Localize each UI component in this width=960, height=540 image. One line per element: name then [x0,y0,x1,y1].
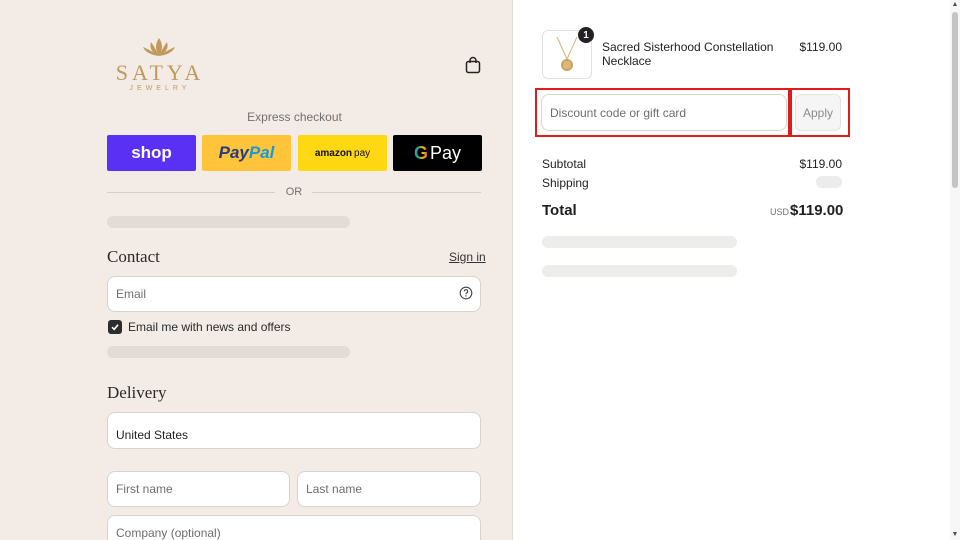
apply-discount-button[interactable]: Apply [795,94,841,131]
loading-placeholder [542,265,737,277]
scroll-down-arrow-icon[interactable]: ▼ [950,530,960,540]
discount-placeholder: Discount code or gift card [550,105,687,120]
newsletter-checkbox[interactable] [108,320,122,334]
shop-pay-button[interactable]: shop [107,135,196,171]
paypal-label-pay: Pay [218,143,249,162]
or-divider-text: OR [285,186,303,198]
scrollbar-thumb[interactable] [952,12,958,188]
express-checkout-label: Express checkout [247,110,342,124]
email-field[interactable]: Email [107,276,481,312]
brand-logo-text[interactable]: SATYA [108,60,212,86]
shopping-bag-icon[interactable] [464,56,482,74]
google-g-icon: G [413,142,428,163]
google-pay-button[interactable]: G Pay [393,135,482,171]
lotus-logo-icon [143,38,175,56]
delivery-heading: Delivery [107,383,167,402]
shipping-label: Shipping [542,176,589,190]
scroll-up-arrow-icon[interactable]: ▲ [950,0,960,10]
subtotal-value: $119.00 [799,157,843,171]
amazon-pay-button[interactable]: amazon pay [298,135,387,171]
quantity-badge: 1 [578,27,594,43]
last-name-placeholder: Last name [306,482,363,496]
product-name: Sacred Sisterhood Constellation Necklace [602,40,774,68]
shop-pay-label: shop [131,143,172,162]
shipping-loading-placeholder [816,176,842,188]
paypal-button[interactable]: Pay Pal [202,135,291,171]
first-name-field[interactable]: First name [107,471,290,507]
total-value: $119.00 [790,202,844,219]
subtotal-label: Subtotal [542,157,587,171]
country-value: United States [116,428,189,442]
first-name-placeholder: First name [116,482,173,496]
last-name-field[interactable]: Last name [297,471,481,507]
help-circle-icon[interactable] [459,286,473,300]
amazon-pay-label: pay [354,147,371,159]
divider-left [107,192,275,193]
paypal-label-pal: Pal [248,143,275,162]
divider-right [312,192,481,193]
company-placeholder: Company (optional) [116,526,221,540]
brand-tagline: JEWELRY [129,85,191,92]
amazon-label: amazon [314,147,353,159]
loading-placeholder [542,236,737,248]
checkout-form-panel: SATYA JEWELRY Express checkout shop Pay P… [0,0,512,540]
checkmark-icon [111,324,119,331]
total-label: Total [542,202,577,219]
sign-in-link[interactable]: Sign in [449,250,486,264]
newsletter-label: Email me with news and offers [128,320,291,334]
email-placeholder: Email [116,287,147,301]
product-price: $119.00 [799,40,843,54]
discount-code-input[interactable]: Discount code or gift card [541,94,787,131]
country-select[interactable]: United States [107,412,481,449]
google-pay-label: Pay [429,142,462,163]
company-field[interactable]: Company (optional) [107,515,481,540]
contact-heading: Contact [107,247,160,266]
loading-placeholder [107,216,350,228]
total-currency: USD [770,207,790,217]
loading-placeholder [107,346,350,358]
